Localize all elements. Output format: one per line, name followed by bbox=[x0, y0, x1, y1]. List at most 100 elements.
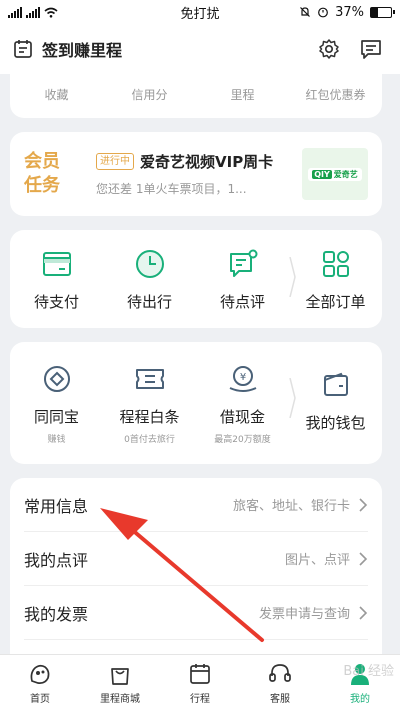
order-label: 全部订单 bbox=[305, 292, 366, 311]
settings-button[interactable] bbox=[312, 32, 346, 66]
tab-label: 里程商城 bbox=[100, 694, 140, 705]
list-item-my-reviews[interactable]: 我的点评 图片、点评 bbox=[24, 532, 368, 586]
list-item-common-info[interactable]: 常用信息 旅客、地址、银行卡 bbox=[24, 478, 368, 532]
member-task-info: 进行中 爱奇艺视频VIP周卡 您还差 1单火车票项目，1... bbox=[76, 151, 302, 197]
list-item-label: 我的点评 bbox=[24, 550, 89, 570]
list-item-my-invoices[interactable]: 我的发票 发票申请与查询 bbox=[24, 586, 368, 640]
status-dnd-text: 免打扰 bbox=[180, 6, 220, 22]
chevron-right-icon bbox=[359, 605, 368, 620]
wallet-sublabel: 0首付去旅行 bbox=[124, 434, 175, 445]
battery-percent: 37% bbox=[335, 4, 364, 20]
tab-label: 客服 bbox=[270, 694, 290, 705]
order-pending-review[interactable]: 待点评 bbox=[196, 247, 289, 312]
stat-label: 红包优惠券 bbox=[305, 88, 366, 102]
order-label: 待点评 bbox=[219, 292, 265, 311]
svg-text:¥: ¥ bbox=[239, 372, 245, 383]
grid-icon bbox=[319, 247, 353, 281]
checkin-title: 签到赚里程 bbox=[42, 41, 123, 60]
chevron-right-icon bbox=[359, 551, 368, 566]
headset-icon bbox=[267, 661, 293, 687]
stat-favorites[interactable]: 收藏 bbox=[10, 74, 103, 118]
wallet-sublabel: 赚钱 bbox=[47, 434, 66, 445]
wallet-label: 借现金 bbox=[219, 407, 265, 426]
member-title-line1: 会员 bbox=[24, 151, 60, 172]
list-item-hint: 发票申请与查询 bbox=[258, 607, 350, 622]
signal-icon bbox=[8, 6, 22, 18]
status-bar: 免打扰 37% bbox=[0, 0, 400, 24]
wallet-label: 程程白条 bbox=[119, 407, 180, 426]
watermark-text: Bai 经验 bbox=[343, 664, 394, 679]
logo-text: 爱奇艺 bbox=[333, 169, 358, 179]
wallet-tongtongbao[interactable]: 同同宝 赚钱 bbox=[10, 362, 103, 445]
wallet-cash-loan[interactable]: ¥ 借现金 最高20万额度 bbox=[196, 362, 289, 445]
mute-bell-icon bbox=[300, 7, 311, 17]
header: 签到赚里程 bbox=[0, 24, 400, 74]
tab-service[interactable]: 客服 bbox=[240, 655, 320, 711]
stat-credit[interactable]: 信用分 bbox=[103, 74, 196, 118]
member-task-card[interactable]: 会员 任务 进行中 爱奇艺视频VIP周卡 您还差 1单火车票项目，1... QI… bbox=[10, 132, 382, 216]
bottom-tab-bar: 首页 里程商城 行程 客服 我的 bbox=[0, 654, 400, 711]
member-task-title: 会员 任务 bbox=[24, 150, 76, 198]
wallet-baitiao[interactable]: 程程白条 0首付去旅行 bbox=[103, 362, 196, 445]
order-label: 待出行 bbox=[126, 292, 172, 311]
task-description: 您还差 1单火车票项目，1... bbox=[96, 182, 247, 196]
calendar-icon bbox=[187, 661, 213, 687]
wallet-card: 同同宝 赚钱 程程白条 0首付去旅行 ¥ 借现金 最高20万额度 我的钱包 bbox=[10, 342, 382, 464]
list-item-label: 常用信息 bbox=[24, 496, 89, 516]
shopping-bag-icon bbox=[107, 661, 133, 687]
stats-card: 收藏 信用分 里程 红包优惠券 bbox=[10, 74, 382, 118]
status-right: 37% bbox=[262, 4, 395, 20]
order-pending-trip[interactable]: 待出行 bbox=[103, 247, 196, 312]
tab-label: 首页 bbox=[30, 694, 50, 705]
message-icon bbox=[361, 40, 381, 59]
tab-trips[interactable]: 行程 bbox=[160, 655, 240, 711]
messages-button[interactable] bbox=[354, 32, 388, 66]
checkin-calendar-icon bbox=[14, 40, 32, 58]
task-title: 爱奇艺视频VIP周卡 bbox=[140, 153, 274, 171]
cash-icon: ¥ bbox=[226, 362, 260, 396]
wallet-label: 我的钱包 bbox=[305, 414, 366, 432]
ticket-icon bbox=[133, 362, 167, 396]
task-thumbnail: QIY 爱奇艺 bbox=[302, 148, 368, 200]
order-pending-payment[interactable]: 待支付 bbox=[10, 247, 103, 312]
stat-coupons[interactable]: 红包优惠券 bbox=[289, 74, 382, 118]
clock-icon bbox=[133, 247, 167, 281]
divider-icon bbox=[289, 256, 296, 297]
home-icon bbox=[27, 661, 53, 687]
list-item-hint: 图片、点评 bbox=[284, 553, 350, 568]
comment-icon bbox=[226, 247, 260, 281]
signal-icon-2 bbox=[26, 6, 40, 18]
checkin-entry[interactable]: 签到赚里程 bbox=[12, 37, 304, 61]
stat-mileage[interactable]: 里程 bbox=[196, 74, 289, 118]
tab-label: 我的 bbox=[350, 694, 370, 705]
wifi-icon bbox=[44, 7, 58, 18]
info-list: 常用信息 旅客、地址、银行卡 我的点评 图片、点评 我的发票 发票申请与查询 bbox=[10, 478, 382, 654]
wallet-label: 同同宝 bbox=[33, 407, 79, 426]
gear-icon bbox=[319, 39, 339, 59]
wallet-my-wallet[interactable]: 我的钱包 bbox=[289, 368, 382, 438]
iqiyi-logo-icon: QIY 爱奇艺 bbox=[308, 167, 362, 181]
tab-mall[interactable]: 里程商城 bbox=[80, 655, 160, 711]
alarm-icon bbox=[318, 7, 328, 18]
list-item-hint: 旅客、地址、银行卡 bbox=[232, 499, 350, 514]
battery-icon bbox=[370, 6, 395, 18]
tab-label: 行程 bbox=[190, 694, 210, 705]
stat-label: 收藏 bbox=[44, 88, 69, 102]
wallet-sublabel: 最高20万额度 bbox=[214, 434, 271, 445]
divider-icon bbox=[289, 378, 296, 418]
list-item-label: 我的发票 bbox=[24, 604, 89, 624]
card-icon bbox=[40, 247, 74, 281]
status-left bbox=[8, 6, 138, 18]
status-badge: 进行中 bbox=[96, 153, 134, 170]
logo-box-text: QIY bbox=[312, 169, 332, 179]
diamond-coin-icon bbox=[40, 362, 74, 396]
chevron-right-icon bbox=[359, 497, 368, 512]
member-title-line2: 任务 bbox=[24, 175, 60, 196]
order-all[interactable]: 全部订单 bbox=[289, 247, 382, 312]
tab-home[interactable]: 首页 bbox=[0, 655, 80, 711]
order-label: 待支付 bbox=[33, 292, 79, 311]
orders-card: 待支付 待出行 待点评 全部订单 bbox=[10, 230, 382, 328]
stat-label: 信用分 bbox=[131, 88, 168, 102]
wallet-icon bbox=[319, 368, 353, 402]
stat-label: 里程 bbox=[230, 88, 255, 102]
